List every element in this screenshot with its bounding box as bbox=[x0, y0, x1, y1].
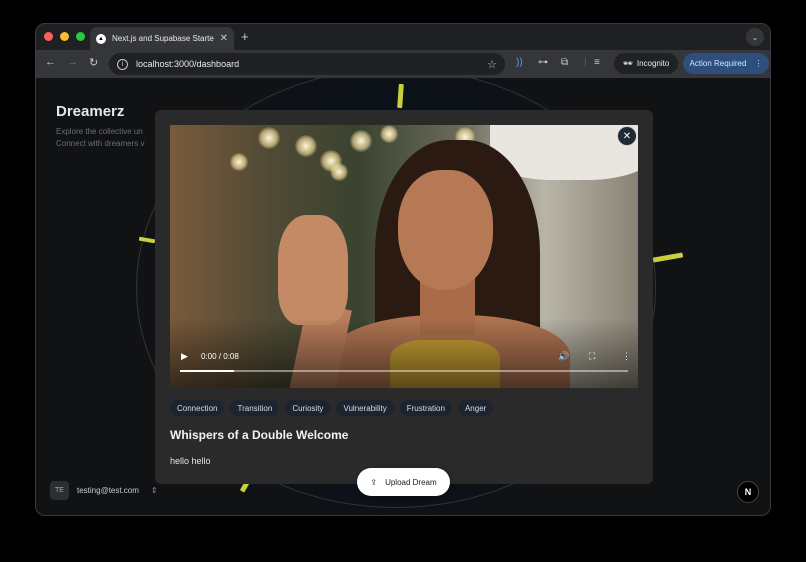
subtitle-line: Explore the collective un bbox=[56, 127, 143, 136]
site-info-icon[interactable]: i bbox=[117, 58, 128, 70]
fullscreen-icon[interactable]: ⛶ bbox=[589, 351, 595, 362]
dream-modal: ✕ ▶ 0:00 / 0:08 🔊 ⛶ ⋮ Connection Transit… bbox=[155, 110, 653, 484]
more-vert-icon: ⋮ bbox=[754, 59, 763, 68]
dashboard-page: Dreamerz Explore the collective un Conne… bbox=[36, 78, 770, 515]
tag-chip[interactable]: Curiosity bbox=[285, 400, 331, 416]
reload-icon[interactable]: ↻ bbox=[89, 56, 98, 69]
action-required-label: Action Required bbox=[689, 59, 747, 68]
url-text: localhost:3000/dashboard bbox=[136, 59, 240, 69]
avatar: TE bbox=[50, 481, 69, 500]
vercel-favicon-icon: ▲ bbox=[96, 33, 106, 44]
close-icon: ✕ bbox=[622, 130, 632, 142]
user-email: testing@test.com bbox=[77, 486, 139, 495]
subtitle-line: Connect with dreamers v bbox=[56, 139, 145, 148]
volume-icon[interactable]: 🔊 bbox=[558, 351, 569, 362]
dream-description: hello hello bbox=[170, 456, 211, 466]
extensions-icon[interactable]: ⧉ bbox=[561, 57, 568, 68]
tag-chip[interactable]: Connection bbox=[170, 400, 225, 416]
video-frame-detail bbox=[258, 127, 280, 149]
tab-search-icon[interactable]: ⌄ bbox=[746, 28, 764, 46]
upload-label: Upload Dream bbox=[385, 477, 437, 487]
user-menu[interactable]: TE testing@test.com ⇕ bbox=[50, 481, 158, 500]
incognito-label: Incognito bbox=[636, 59, 670, 68]
video-frame-detail bbox=[278, 215, 348, 325]
video-progress-bar[interactable] bbox=[180, 370, 628, 372]
incognito-icon: 🕶 bbox=[622, 59, 633, 68]
video-frame-detail bbox=[330, 163, 348, 181]
upload-icon: ⇪ bbox=[370, 477, 378, 487]
divider: | bbox=[584, 57, 587, 68]
video-frame-detail bbox=[398, 170, 493, 290]
bookmark-star-icon[interactable]: ☆ bbox=[487, 58, 497, 71]
close-window-button[interactable] bbox=[44, 32, 53, 41]
play-icon[interactable]: ▶ bbox=[181, 351, 188, 362]
app-subtitle: Explore the collective un Connect with d… bbox=[56, 126, 166, 150]
cast-icon[interactable]: )) bbox=[516, 57, 523, 68]
minimize-window-button[interactable] bbox=[60, 32, 69, 41]
nextjs-logo-icon[interactable]: N bbox=[737, 481, 759, 503]
video-frame-detail bbox=[380, 125, 398, 143]
forward-icon[interactable]: → bbox=[67, 56, 78, 68]
maximize-window-button[interactable] bbox=[76, 32, 85, 41]
back-icon[interactable]: ← bbox=[45, 56, 56, 68]
app-title: Dreamerz bbox=[56, 103, 125, 120]
video-frame-detail bbox=[295, 135, 317, 157]
upload-dream-button[interactable]: ⇪ Upload Dream bbox=[357, 468, 450, 496]
video-progress-fill bbox=[180, 370, 234, 372]
more-options-icon[interactable]: ⋮ bbox=[622, 351, 631, 362]
video-frame-detail bbox=[350, 130, 372, 152]
chevron-updown-icon: ⇕ bbox=[150, 486, 158, 495]
tag-chip[interactable]: Vulnerability bbox=[336, 400, 394, 416]
tag-chip[interactable]: Transition bbox=[230, 400, 280, 416]
video-frame-detail bbox=[230, 153, 248, 171]
video-controls: ▶ 0:00 / 0:08 🔊 ⛶ ⋮ bbox=[170, 348, 638, 388]
browser-toolbar: ← → ↻ i localhost:3000/dashboard ☆ )) ⊶ … bbox=[36, 50, 770, 78]
dream-video-player[interactable]: ✕ ▶ 0:00 / 0:08 🔊 ⛶ ⋮ bbox=[170, 125, 638, 388]
tab-title: Next.js and Supabase Starter bbox=[112, 34, 214, 43]
reading-list-icon[interactable]: ≡ bbox=[594, 57, 600, 68]
tab-close-icon[interactable]: ✕ bbox=[220, 33, 228, 44]
dream-title: Whispers of a Double Welcome bbox=[170, 428, 349, 442]
action-required-button[interactable]: Action Required ⋮ bbox=[683, 53, 769, 74]
close-modal-button[interactable]: ✕ bbox=[617, 126, 637, 146]
incognito-badge[interactable]: 🕶 Incognito bbox=[614, 53, 678, 74]
address-bar[interactable]: i localhost:3000/dashboard ☆ bbox=[109, 53, 505, 75]
browser-tab[interactable]: ▲ Next.js and Supabase Starter ✕ bbox=[90, 27, 234, 50]
glasses-icon[interactable]: ⊶ bbox=[538, 57, 548, 68]
browser-window: ▲ Next.js and Supabase Starter ✕ + ⌄ ← →… bbox=[35, 23, 771, 516]
new-tab-icon[interactable]: + bbox=[241, 29, 249, 44]
tab-bar: ▲ Next.js and Supabase Starter ✕ + ⌄ bbox=[36, 24, 770, 50]
emotion-tags: Connection Transition Curiosity Vulnerab… bbox=[170, 400, 494, 416]
video-time: 0:00 / 0:08 bbox=[201, 352, 239, 361]
tag-chip[interactable]: Frustration bbox=[399, 400, 452, 416]
window-controls bbox=[44, 32, 85, 41]
tag-chip[interactable]: Anger bbox=[457, 400, 494, 416]
